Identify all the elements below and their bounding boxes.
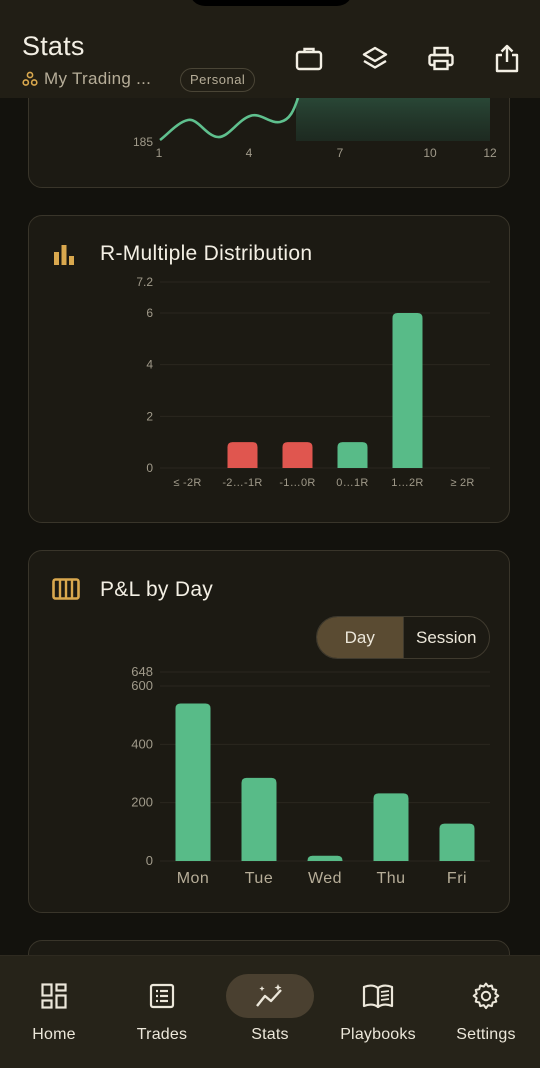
list-icon (149, 983, 175, 1009)
briefcase-icon (295, 47, 323, 71)
r-multiple-card: R-Multiple Distribution 7.2 6 4 2 0 ≤ -2R -2…-… (28, 215, 510, 523)
x-tick-label: Tue (245, 870, 273, 887)
camera-notch (189, 0, 353, 6)
tab-label: Home (32, 1026, 76, 1043)
pnl-by-day-card: P&L by Day Day Session 648 600 400 200 0 Mon T… (28, 550, 510, 913)
x-tick-label: Wed (308, 870, 342, 887)
tab-icon-wrap (226, 974, 314, 1018)
y-tick-label: 648 (131, 664, 153, 679)
bar (392, 313, 423, 468)
y-tick-label: 7.2 (136, 275, 153, 289)
tab-label: Trades (136, 1026, 188, 1043)
stats-icon (256, 984, 282, 1007)
account-selector[interactable]: My Trading ... (22, 68, 151, 90)
gear-icon (472, 982, 500, 1010)
equity-curve-line (159, 97, 300, 142)
bar (307, 855, 343, 861)
page-title: Stats (22, 31, 85, 61)
y-tick-label: 0 (146, 461, 153, 475)
pnl-by-day-chart: 648600 400 200 0 Mon Tue Wed Thu Fri (131, 664, 490, 887)
x-tick-label: -2…-1R (222, 477, 262, 489)
r-multiple-chart: 7.2 6 4 2 0 ≤ -2R -2…-1R -1…0R 0…1R 1…2R ≥ 2R (136, 275, 490, 489)
tab-icon-wrap (442, 974, 530, 1018)
x-tick-label: Fri (447, 870, 467, 887)
layers-icon (362, 46, 388, 69)
x-tick-label: 12 (483, 146, 497, 160)
print-button[interactable] (424, 42, 458, 76)
account-group-icon (22, 71, 38, 86)
account-name: My Trading ... (44, 69, 152, 88)
x-tick-label: 0…1R (336, 477, 368, 489)
portfolio-button[interactable] (292, 42, 326, 76)
x-tick-label: 1 (156, 146, 163, 160)
bar (227, 442, 258, 468)
x-tick-label: 10 (423, 146, 437, 160)
x-tick-label: Mon (177, 870, 210, 887)
bar (282, 442, 313, 468)
printer-icon (428, 46, 454, 71)
book-icon (362, 984, 394, 1009)
tab-settings[interactable]: Settings (432, 974, 540, 1054)
dashboard-icon (41, 983, 67, 1009)
tab-playbooks[interactable]: Playbooks (324, 974, 432, 1054)
bar (241, 777, 277, 861)
y-tick-label: 0 (146, 853, 153, 868)
tab-icon-wrap (118, 974, 206, 1018)
y-tick-label: 2 (146, 409, 153, 423)
x-tick-label: ≥ 2R (450, 477, 474, 489)
bar (439, 823, 475, 861)
tab-home[interactable]: Home (0, 974, 108, 1054)
equity-area-fill (296, 98, 490, 141)
x-tick-label: -1…0R (279, 477, 315, 489)
x-tick-label: 1…2R (391, 477, 423, 489)
bar (373, 793, 409, 861)
tab-label: Stats (251, 1026, 289, 1043)
x-tick-label: 7 (337, 146, 344, 160)
share-icon (495, 44, 519, 73)
layers-button[interactable] (358, 42, 392, 76)
y-tick-label: 6 (146, 306, 153, 320)
bar (337, 442, 368, 468)
x-tick-label: 4 (246, 146, 253, 160)
tab-icon-wrap (10, 974, 98, 1018)
tab-stats[interactable]: Stats (216, 974, 324, 1054)
y-tick-label: 600 (131, 678, 153, 693)
app-header: Stats My Trading ... Personal (0, 0, 540, 98)
x-tick-label: ≤ -2R (173, 477, 201, 489)
y-tick-label: 200 (131, 795, 153, 810)
tab-icon-wrap (334, 974, 422, 1018)
y-tick-label: 4 (146, 358, 153, 372)
tab-label: Playbooks (340, 1026, 416, 1043)
y-tick-label: 185 (133, 135, 153, 149)
tab-label: Settings (456, 1026, 516, 1043)
tab-bar: Home Trades Stats Playbooks Settings (0, 955, 540, 1068)
x-tick-label: Thu (376, 870, 405, 887)
account-type-badge: Personal (180, 68, 256, 92)
bar (175, 703, 211, 861)
y-tick-label: 400 (131, 736, 153, 751)
tab-trades[interactable]: Trades (108, 974, 216, 1054)
share-button[interactable] (490, 42, 524, 76)
